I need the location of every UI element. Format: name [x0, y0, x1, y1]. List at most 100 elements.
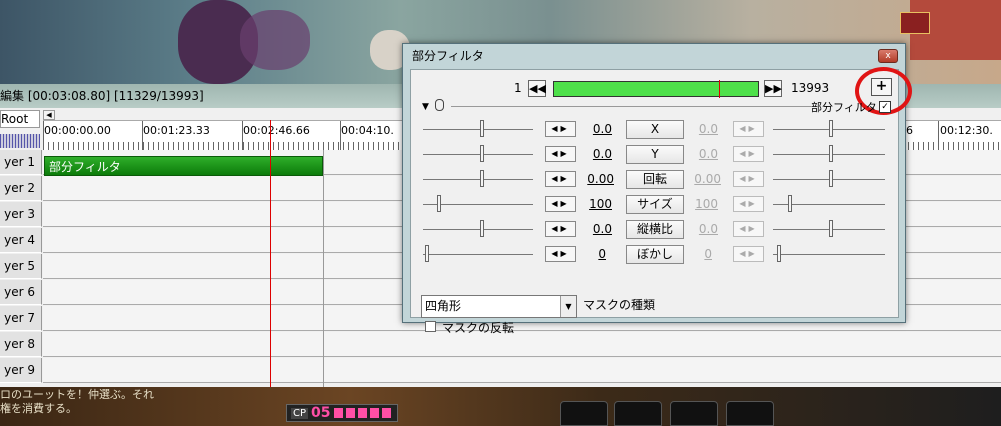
scroll-left-icon[interactable]: ◀ — [43, 110, 55, 120]
param-step-buttons[interactable]: ◀▶ — [733, 196, 764, 212]
layer-header[interactable]: yer 1 — [0, 150, 42, 175]
param-value-right[interactable]: 0.0 — [694, 122, 718, 136]
slider-thumb[interactable] — [480, 120, 484, 137]
param-value-left[interactable]: 0 — [584, 247, 606, 261]
timeline-clip[interactable]: 部分フィルタ — [44, 156, 323, 176]
layer-row[interactable] — [43, 332, 1001, 357]
cp-bar-segment — [345, 408, 355, 418]
filter-name-label: 部分フィルタ — [811, 101, 877, 114]
layer-row[interactable] — [43, 358, 1001, 383]
param-step-buttons[interactable]: ◀▶ — [545, 146, 576, 162]
slider-thumb[interactable] — [829, 120, 833, 137]
slider-thumb[interactable] — [425, 245, 429, 262]
param-step-buttons[interactable]: ◀▶ — [733, 246, 764, 262]
param-value-left[interactable]: 0.0 — [584, 122, 612, 136]
param-button-rotation[interactable]: 回転 — [626, 170, 684, 189]
ruler-label: 00:02:46.66 — [243, 124, 310, 137]
close-button[interactable]: x — [878, 49, 898, 63]
param-button-x[interactable]: X — [626, 120, 684, 139]
mask-type-select[interactable]: 四角形 ▼ — [421, 295, 577, 318]
param-button-y[interactable]: Y — [626, 145, 684, 164]
param-step-buttons[interactable]: ◀▶ — [545, 221, 576, 237]
cp-label: CP — [291, 407, 309, 419]
layer-header[interactable]: yer 5 — [0, 254, 42, 279]
playhead-cursor[interactable] — [270, 120, 271, 387]
cp-bar-segment — [357, 408, 367, 418]
param-slider-left[interactable] — [423, 254, 533, 255]
game-card-slot — [670, 401, 718, 426]
param-value-right[interactable]: 0.0 — [694, 222, 718, 236]
slider-thumb[interactable] — [480, 170, 484, 187]
layer-header[interactable]: yer 4 — [0, 228, 42, 253]
ruler-major-tick — [938, 121, 939, 151]
mask-type-label: マスクの種類 — [583, 298, 656, 312]
zoom-slider[interactable] — [0, 134, 40, 148]
cp-bar-segment — [381, 408, 391, 418]
param-slider-right[interactable] — [773, 254, 885, 255]
param-step-buttons[interactable]: ◀▶ — [545, 196, 576, 212]
param-value-right[interactable]: 0 — [694, 247, 712, 261]
ruler-major-tick — [142, 121, 143, 151]
collapse-triangle-icon[interactable]: ▼ — [422, 102, 429, 112]
layer-header[interactable]: yer 3 — [0, 202, 42, 227]
param-value-right[interactable]: 0.00 — [691, 172, 721, 186]
slider-thumb[interactable] — [788, 195, 792, 212]
frame-start-label: 1 — [514, 81, 522, 95]
param-step-buttons[interactable]: ◀▶ — [545, 246, 576, 262]
param-slider-left[interactable] — [423, 179, 533, 180]
ruler-label: 00:01:23.33 — [143, 124, 210, 137]
ruler-major-tick — [340, 121, 341, 151]
slider-thumb[interactable] — [480, 220, 484, 237]
layer-header[interactable]: yer 8 — [0, 332, 42, 357]
param-step-buttons[interactable]: ◀▶ — [733, 171, 764, 187]
param-value-left[interactable]: 0.0 — [584, 222, 612, 236]
ruler-major-tick — [242, 121, 243, 151]
filter-enable-checkbox[interactable]: ✓ — [879, 101, 891, 113]
param-step-buttons[interactable]: ◀▶ — [733, 221, 764, 237]
param-value-right[interactable]: 100 — [694, 197, 718, 211]
partial-filter-dialog: 部分フィルタ x 1 ◀◀ ▶▶ 13993 + ▼ 部分フィルタ ✓ ◀▶ 0… — [402, 43, 912, 335]
layer-header[interactable]: yer 7 — [0, 306, 42, 331]
param-value-right[interactable]: 0.0 — [694, 147, 718, 161]
frame-position-marker[interactable] — [719, 80, 721, 98]
param-step-buttons[interactable]: ◀▶ — [545, 121, 576, 137]
slider-thumb[interactable] — [829, 170, 833, 187]
game-card-slot — [726, 401, 774, 426]
layer-header[interactable]: yer 9 — [0, 358, 42, 383]
cp-bar-segment — [333, 408, 343, 418]
ruler-label: 00:00:00.00 — [44, 124, 111, 137]
invert-mask-checkbox[interactable] — [425, 321, 436, 332]
game-card-slot — [560, 401, 608, 426]
param-button-blur[interactable]: ぼかし — [626, 245, 684, 264]
background-game-hud: ロのユーットを！仲選ぶ。それ 権を消費する。 — [0, 387, 1001, 426]
param-step-buttons[interactable]: ◀▶ — [733, 121, 764, 137]
slider-thumb[interactable] — [437, 195, 441, 212]
param-slider-left[interactable] — [423, 154, 533, 155]
slider-thumb[interactable] — [480, 145, 484, 162]
slider-thumb[interactable] — [829, 145, 833, 162]
mask-type-value: 四角形 — [425, 299, 462, 313]
param-value-left[interactable]: 0.0 — [584, 147, 612, 161]
layer-header[interactable]: yer 6 — [0, 280, 42, 305]
layer-header[interactable]: yer 2 — [0, 176, 42, 201]
root-tab[interactable]: Root — [0, 110, 40, 128]
slider-thumb[interactable] — [777, 245, 781, 262]
param-step-buttons[interactable]: ◀▶ — [545, 171, 576, 187]
ruler-label: 00:12:30. — [940, 124, 993, 137]
slider-thumb[interactable] — [829, 220, 833, 237]
ruler-major-tick — [43, 121, 44, 151]
last-frame-button[interactable]: ▶▶ — [764, 80, 782, 97]
param-button-aspect[interactable]: 縦横比 — [626, 220, 684, 239]
ruler-label: 00:04:10. — [341, 124, 394, 137]
param-slider-left[interactable] — [423, 129, 533, 130]
param-value-left[interactable]: 0.00 — [584, 172, 614, 186]
chevron-down-icon[interactable]: ▼ — [560, 296, 576, 317]
param-slider-left[interactable] — [423, 229, 533, 230]
invert-mask-label[interactable]: マスクの反転 — [442, 319, 514, 336]
param-step-buttons[interactable]: ◀▶ — [733, 146, 764, 162]
frame-seek-bar[interactable] — [553, 80, 759, 98]
first-frame-button[interactable]: ◀◀ — [528, 80, 546, 97]
game-stamp-icon — [900, 12, 930, 34]
param-value-left[interactable]: 100 — [584, 197, 612, 211]
param-button-size[interactable]: サイズ — [626, 195, 684, 214]
